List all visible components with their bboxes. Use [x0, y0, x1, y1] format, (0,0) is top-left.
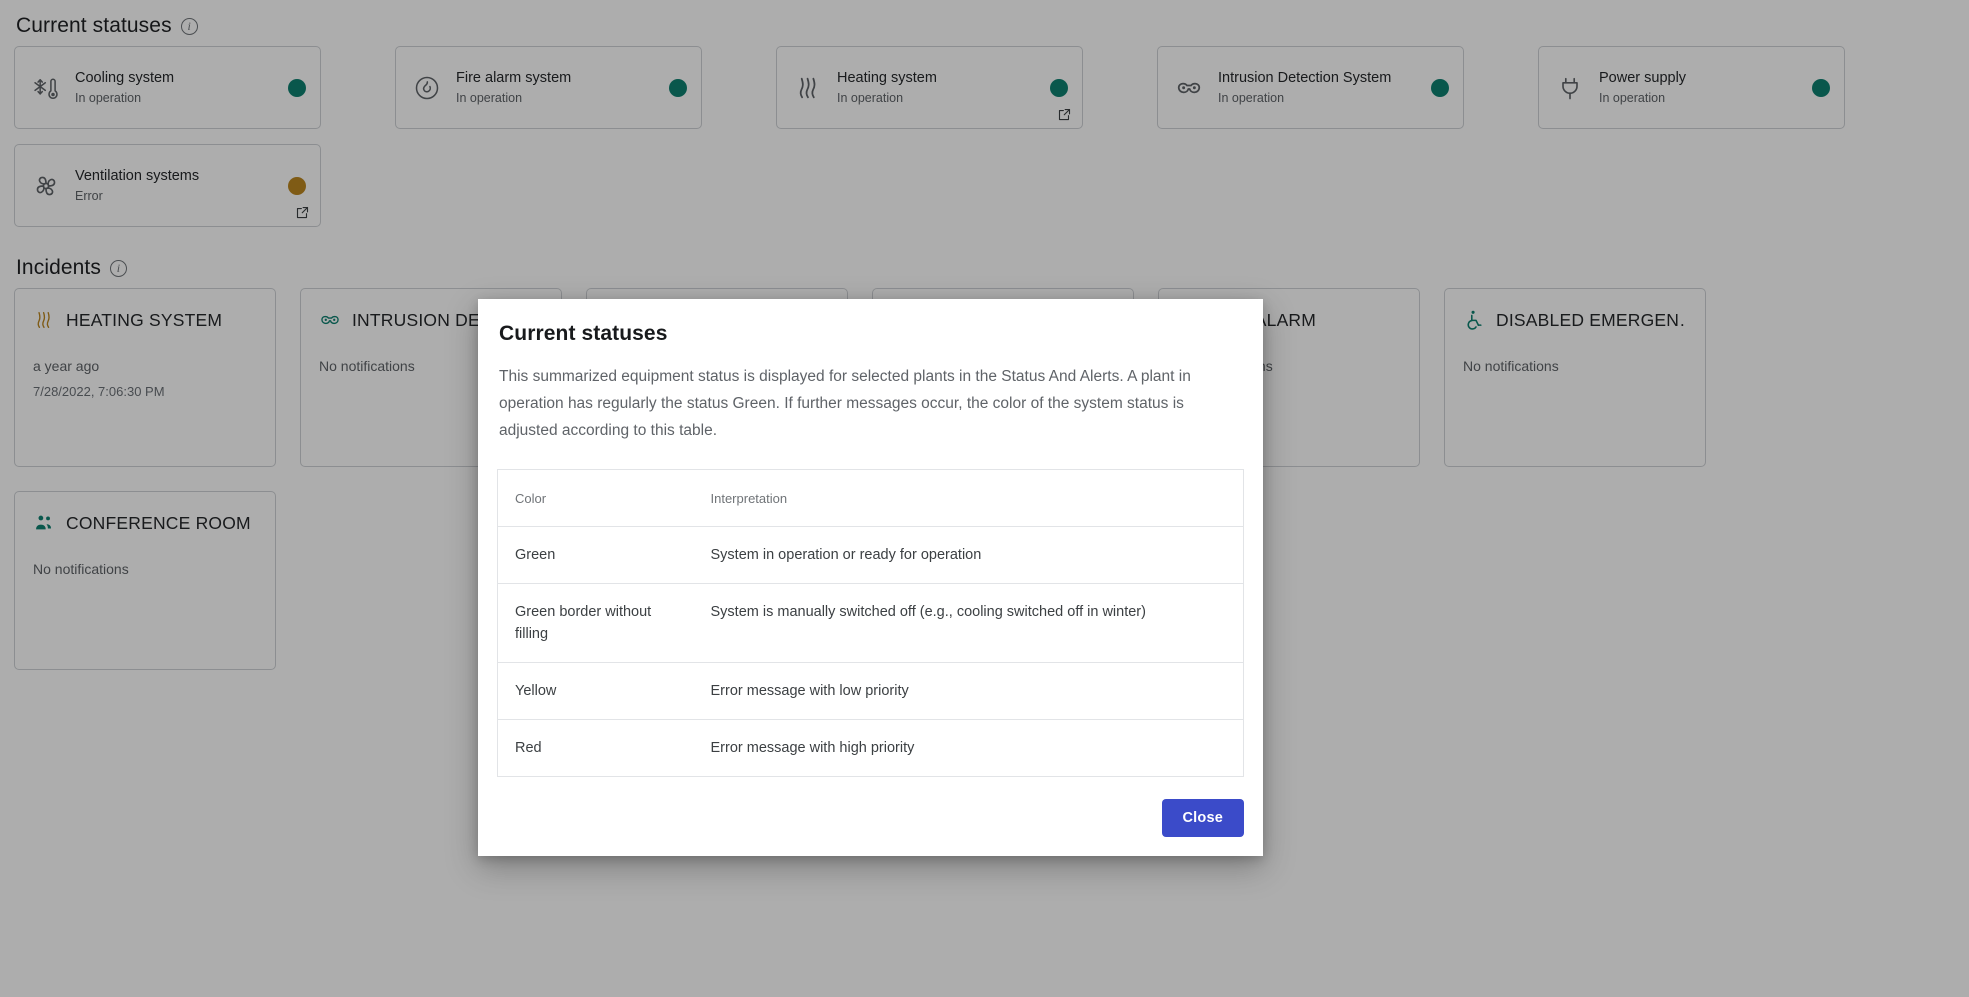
table-row: Yellow Error message with low priority: [497, 662, 1244, 720]
legend-color-cell: Red: [515, 740, 542, 756]
dialog-actions: Close: [497, 799, 1244, 837]
legend-interpretation-cell: Error message with low priority: [693, 662, 1244, 720]
close-button[interactable]: Close: [1161, 799, 1244, 837]
legend-color-cell: Green: [497, 526, 694, 584]
dialog-description: This summarized equipment status is disp…: [499, 368, 1191, 439]
legend-interpretation-cell: System is manually switched off (e.g., c…: [693, 583, 1244, 663]
status-color-legend-table: Color Interpretation Green System in oper…: [497, 469, 1244, 777]
column-header-interpretation: Interpretation: [693, 469, 1244, 527]
current-statuses-dialog: Current statuses This summarized equipme…: [478, 299, 1263, 856]
table-row: Green System in operation or ready for op…: [497, 526, 1244, 584]
legend-interpretation-cell: Error message with high priority: [710, 740, 915, 756]
column-header-color: Color: [497, 469, 694, 527]
legend-color-cell: Green border without filling: [497, 583, 694, 663]
dialog-title: Current statuses: [499, 322, 668, 345]
table-row: Green border without filling System is ma…: [497, 583, 1244, 663]
table-header-row: Color Interpretation: [497, 469, 1244, 527]
legend-color-cell: Yellow: [497, 662, 694, 720]
app-page: Current statuses i Cooling system In oper…: [0, 0, 1969, 997]
table-row: Red Error message with high priority: [498, 720, 1244, 777]
legend-interpretation-cell: System in operation or ready for operati…: [693, 526, 1244, 584]
